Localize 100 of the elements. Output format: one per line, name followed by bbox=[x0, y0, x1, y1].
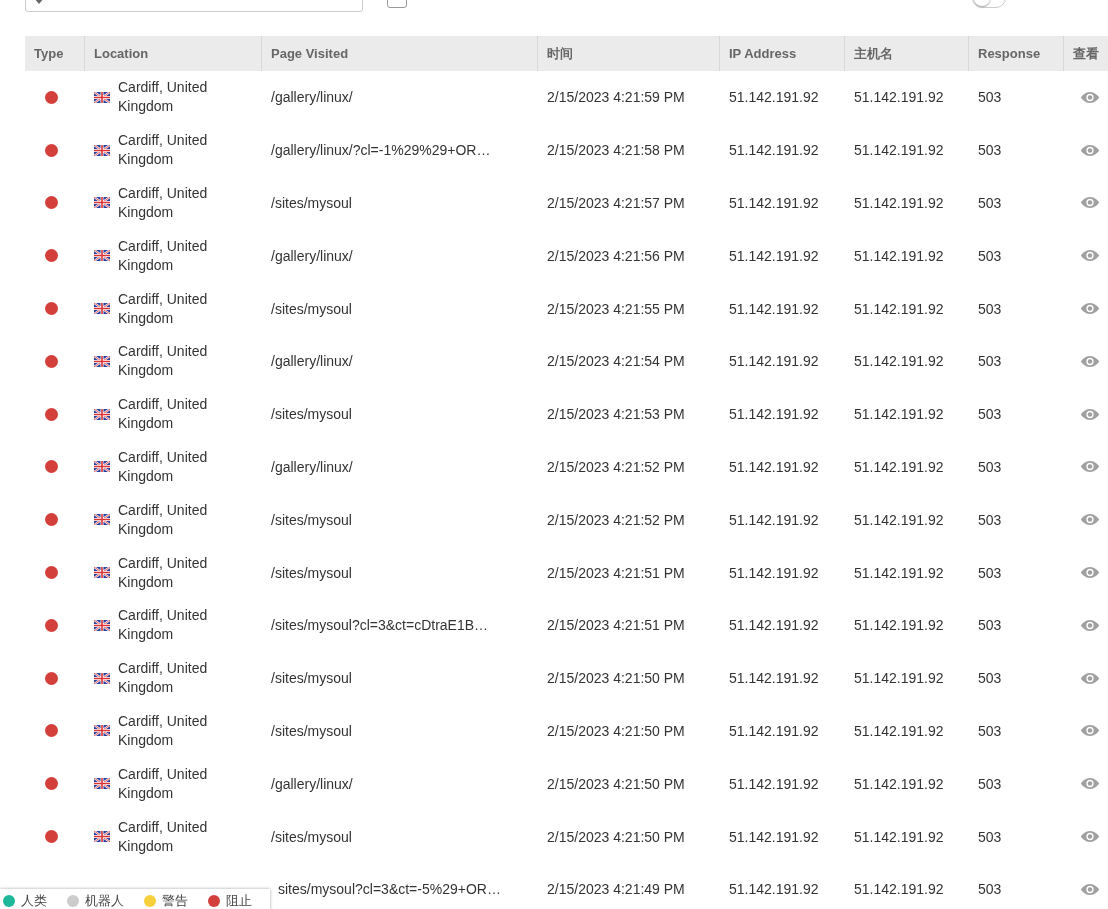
response-code: 503 bbox=[978, 458, 1002, 475]
page-link[interactable]: /gallery/linux/ bbox=[271, 89, 353, 106]
location-text: Cardiff, United Kingdom bbox=[118, 606, 209, 645]
response-code: 503 bbox=[978, 406, 1002, 423]
response-code: 503 bbox=[978, 722, 1002, 739]
ip-address-text: 51.142.191.92 bbox=[729, 828, 819, 845]
response-code: 503 bbox=[978, 195, 1002, 211]
time-text: 2/15/2023 4:21:57 PM bbox=[547, 195, 685, 211]
hostname-text: 51.142.191.92 bbox=[854, 511, 944, 528]
response-code: 503 bbox=[978, 247, 1002, 264]
column-header[interactable]: 查看 bbox=[1064, 36, 1108, 71]
legend-label: 警告 bbox=[162, 892, 188, 909]
hostname-text: 51.142.191.92 bbox=[854, 564, 944, 581]
location-text: Cardiff, United Kingdom bbox=[118, 500, 209, 539]
time-text: 2/15/2023 4:21:50 PM bbox=[547, 828, 685, 845]
column-header[interactable]: Page Visited bbox=[262, 36, 538, 71]
column-header[interactable]: 主机名 bbox=[845, 36, 969, 71]
ip-address-text: 51.142.191.92 bbox=[729, 670, 819, 687]
response-code: 503 bbox=[978, 670, 1002, 687]
time-text: 2/15/2023 4:21:52 PM bbox=[547, 511, 685, 528]
ip-address-text: 51.142.191.92 bbox=[729, 300, 819, 317]
ip-address-text: 51.142.191.92 bbox=[729, 564, 819, 581]
response-code: 503 bbox=[978, 353, 1002, 370]
page-link[interactable]: /gallery/linux/ bbox=[271, 458, 353, 475]
location-text: Cardiff, United Kingdom bbox=[118, 184, 209, 222]
hostname-text: 51.142.191.92 bbox=[854, 353, 944, 370]
ip-address-text: 51.142.191.92 bbox=[729, 353, 819, 370]
time-text: 2/15/2023 4:21:51 PM bbox=[547, 617, 685, 634]
page-link[interactable]: /sites/mysoul bbox=[271, 564, 352, 581]
page-link[interactable]: /sites/mysoul bbox=[271, 300, 352, 317]
time-text: 2/15/2023 4:21:58 PM bbox=[547, 142, 685, 159]
ip-address-text: 51.142.191.92 bbox=[729, 406, 819, 423]
page-link[interactable]: /gallery/linux/ bbox=[271, 353, 353, 370]
page-link[interactable]: /sites/mysoul bbox=[271, 670, 352, 687]
ip-address-text: 51.142.191.92 bbox=[729, 458, 819, 475]
location-text: Cardiff, United Kingdom bbox=[118, 659, 209, 698]
ip-address-text: 51.142.191.92 bbox=[729, 247, 819, 264]
page-link[interactable]: /gallery/linux/ bbox=[271, 247, 353, 264]
location-text: Cardiff, United Kingdom bbox=[118, 817, 209, 856]
location-text: Cardiff, United Kingdom bbox=[118, 711, 209, 750]
page-link[interactable]: sites/mysoul?cl=3&ct=-5%29+OR… bbox=[278, 881, 501, 898]
hostname-text: 51.142.191.92 bbox=[854, 458, 944, 475]
location-text: Cardiff, United Kingdom bbox=[118, 78, 209, 117]
location-text: Cardiff, United Kingdom bbox=[118, 764, 209, 803]
legend-label: 人类 bbox=[21, 892, 47, 909]
location-text: Cardiff, United Kingdom bbox=[118, 553, 209, 592]
page-link[interactable]: /sites/mysoul bbox=[271, 828, 352, 845]
time-text: 2/15/2023 4:21:52 PM bbox=[547, 458, 685, 475]
column-header[interactable]: Location bbox=[85, 36, 262, 71]
column-header[interactable]: IP Address bbox=[720, 36, 845, 71]
time-text: 2/15/2023 4:21:50 PM bbox=[547, 722, 685, 739]
time-text: 2/15/2023 4:21:53 PM bbox=[547, 406, 685, 423]
ip-address-text: 51.142.191.92 bbox=[729, 142, 819, 159]
location-text: Cardiff, United Kingdom bbox=[118, 342, 209, 381]
ip-address-text: 51.142.191.92 bbox=[729, 722, 819, 739]
hostname-text: 51.142.191.92 bbox=[854, 247, 944, 264]
hostname-text: 51.142.191.92 bbox=[854, 89, 944, 106]
hostname-text: 51.142.191.92 bbox=[854, 722, 944, 739]
time-text: 2/15/2023 4:21:54 PM bbox=[547, 353, 685, 370]
time-text: 2/15/2023 4:21:59 PM bbox=[547, 89, 685, 106]
hostname-text: 51.142.191.92 bbox=[854, 142, 944, 159]
time-text: 2/15/2023 4:21:50 PM bbox=[547, 775, 685, 792]
response-code: 503 bbox=[978, 564, 1002, 581]
legend-label: 阻止 bbox=[226, 892, 252, 909]
response-code: 503 bbox=[978, 775, 1002, 792]
ip-address-text: 51.142.191.92 bbox=[729, 511, 819, 528]
ip-address-text: 51.142.191.92 bbox=[729, 617, 819, 634]
time-text: 2/15/2023 4:21:56 PM bbox=[547, 247, 685, 264]
time-text: 2/15/2023 4:21:55 PM bbox=[547, 300, 685, 317]
ip-address-text: 51.142.191.92 bbox=[729, 195, 819, 211]
response-code: 503 bbox=[978, 300, 1002, 317]
response-code: 503 bbox=[978, 89, 1002, 106]
location-text: Cardiff, United Kingdom bbox=[118, 131, 209, 170]
column-header[interactable]: Type bbox=[25, 36, 85, 71]
page-link[interactable]: /sites/mysoul?cl=3&ct=cDtraE1B… bbox=[271, 617, 489, 634]
location-text: Cardiff, United Kingdom bbox=[118, 289, 209, 328]
page-link[interactable]: /sites/mysoul bbox=[271, 195, 352, 211]
legend-label: 机器人 bbox=[85, 892, 124, 909]
hostname-text: 51.142.191.92 bbox=[854, 300, 944, 317]
hostname-text: 51.142.191.92 bbox=[854, 406, 944, 423]
ip-address-text: 51.142.191.92 bbox=[729, 881, 819, 898]
hostname-text: 51.142.191.92 bbox=[854, 617, 944, 634]
hostname-text: 51.142.191.92 bbox=[854, 195, 944, 211]
time-text: 2/15/2023 4:21:51 PM bbox=[547, 564, 685, 581]
page-link[interactable]: /sites/mysoul bbox=[271, 406, 352, 423]
location-text: Cardiff, United Kingdom bbox=[118, 395, 209, 434]
column-header[interactable]: 时间 bbox=[538, 36, 720, 71]
time-text: 2/15/2023 4:21:49 PM bbox=[547, 881, 685, 898]
hostname-text: 51.142.191.92 bbox=[854, 670, 944, 687]
page-link[interactable]: /sites/mysoul bbox=[271, 722, 352, 739]
response-code: 503 bbox=[978, 617, 1002, 634]
column-header[interactable]: Response bbox=[969, 36, 1064, 71]
response-code: 503 bbox=[978, 828, 1002, 845]
hostname-text: 51.142.191.92 bbox=[854, 881, 944, 898]
location-text: Cardiff, United Kingdom bbox=[118, 236, 209, 275]
page-link[interactable]: /gallery/linux/?cl=-1%29%29+OR… bbox=[271, 142, 491, 159]
hostname-text: 51.142.191.92 bbox=[854, 828, 944, 845]
page-link[interactable]: /sites/mysoul bbox=[271, 511, 352, 528]
response-code: 503 bbox=[978, 881, 1002, 898]
page-link[interactable]: /gallery/linux/ bbox=[271, 775, 353, 792]
